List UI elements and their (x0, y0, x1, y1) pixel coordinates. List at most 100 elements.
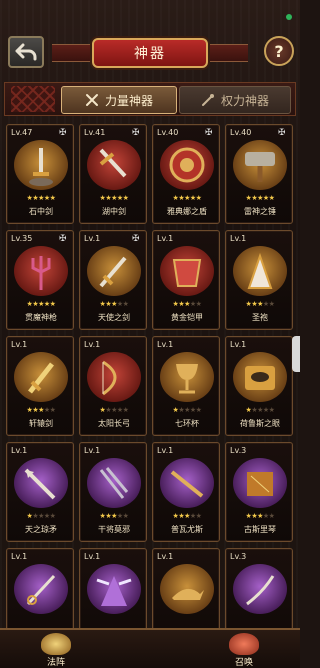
artifact-card[interactable]: Lv.1 ★★★★★ 普瓦尤斯 (152, 442, 220, 542)
artifact-level: Lv.1 (230, 340, 247, 349)
question-mark-icon: ? (274, 41, 284, 61)
artifact-name: 湖中剑 (102, 207, 126, 216)
artifact-level: Lv.40 (230, 128, 252, 137)
artifact-card[interactable]: Lv.1 ★★★★★ 圣袍 (225, 230, 293, 330)
lake-sword-icon (99, 148, 127, 178)
tab-label: 权力神器 (220, 93, 269, 108)
artifact-card[interactable]: Lv.1 ★★★★★ 太阳长弓 (79, 336, 147, 436)
artifact-orb (87, 564, 141, 614)
artifact-level: Lv.1 (84, 446, 101, 455)
artifact-level: Lv.1 (11, 552, 28, 561)
artifact-orb (87, 458, 141, 508)
artifact-card[interactable]: Lv.47 ✠ ★★★★★ 石中剑 (6, 124, 74, 224)
artifact-card[interactable]: Lv.3 ★★★★★ 古斯里琴 (225, 442, 293, 542)
trident-icon (31, 256, 51, 290)
status-indicator (286, 14, 292, 20)
star-icon: ★ (49, 300, 56, 308)
link-icon: ✠ (278, 128, 286, 138)
artifact-card[interactable]: Lv.1 ★★★★★ 干将莫邪 (79, 442, 147, 542)
artifact-level: Lv.1 (157, 234, 174, 243)
star-rating: ★★★★★ (80, 300, 148, 308)
artifact-card[interactable]: Lv.41 ✠ ★★★★★ 湖中剑 (79, 124, 147, 224)
artifact-level: Lv.1 (84, 552, 101, 561)
link-icon: ✠ (59, 234, 67, 244)
thor-hammer-icon (245, 152, 275, 182)
artifact-level: Lv.35 (11, 234, 33, 243)
eye-of-horus-icon (245, 366, 275, 390)
artifact-level: Lv.1 (11, 446, 28, 455)
artifact-orb (87, 246, 141, 296)
chalice-icon (176, 364, 198, 394)
artifact-card[interactable]: Lv.1 ★★★★★ 天之琼矛 (6, 442, 74, 542)
artifact-card[interactable]: Lv.1 ★★★★★ 七环杯 (152, 336, 220, 436)
artifact-name: 天之琼矛 (25, 525, 57, 534)
title-wing-right (208, 44, 248, 62)
star-rating: ★★★★★ (80, 194, 148, 202)
twin-swords-icon (99, 467, 129, 499)
artifact-level: Lv.1 (84, 234, 101, 243)
artifact-card[interactable]: Lv.35 ✠ ★★★★★ 贯魔神枪 (6, 230, 74, 330)
artifact-name: 石中剑 (29, 207, 53, 216)
star-icon: ★ (49, 406, 56, 414)
star-icon: ★ (195, 406, 202, 414)
artifact-card[interactable]: Lv.1 ★★★★★ 黄金铠甲 (152, 230, 220, 330)
artifact-card[interactable]: Lv.1 ★★★★★ 荷鲁斯之眼 (225, 336, 293, 436)
link-icon: ✠ (205, 128, 213, 138)
artifact-orb (160, 458, 214, 508)
star-icon: ★ (49, 194, 56, 202)
artifact-card[interactable]: Lv.1 ★★★★★ 轩辕剑 (6, 336, 74, 436)
artifact-level: Lv.1 (230, 234, 247, 243)
scepter-icon (201, 94, 214, 106)
formation-emblem-icon (41, 633, 71, 655)
star-icon: ★ (122, 512, 129, 520)
artifact-level: Lv.1 (157, 446, 174, 455)
artifact-grid: Lv.47 ✠ ★★★★★ 石中剑 Lv.41 ✠ ★★★★★ 湖中剑 Lv.40 ✠ ★★★★★ 雅… (6, 124, 294, 648)
artifact-orb (87, 140, 141, 190)
star-icon: ★ (122, 300, 129, 308)
star-icon: ★ (268, 406, 275, 414)
artifact-name: 荷鲁斯之眼 (240, 419, 280, 428)
side-drawer-handle[interactable] (292, 336, 300, 372)
golden-armor-icon (172, 259, 202, 287)
back-button[interactable] (8, 36, 44, 68)
gusli-harp-icon (247, 472, 273, 496)
artifact-level: Lv.1 (157, 552, 174, 561)
heavenly-spear-icon (24, 468, 56, 500)
tab-authority-artifacts[interactable]: 权力神器 (179, 86, 291, 114)
artifact-orb (160, 140, 214, 190)
star-rating: ★★★★★ (80, 512, 148, 520)
summon-button[interactable]: 召唤 (220, 632, 268, 668)
star-icon: ★ (195, 194, 202, 202)
star-rating: ★★★★★ (226, 406, 294, 414)
summon-label: 召唤 (234, 658, 253, 668)
link-icon: ✠ (132, 128, 140, 138)
artifact-orb (233, 352, 287, 402)
star-rating: ★★★★★ (7, 406, 75, 414)
artifact-name: 普瓦尤斯 (171, 525, 203, 534)
xuanyuan-sword-icon (28, 362, 54, 394)
artifact-orb (14, 352, 68, 402)
star-rating: ★★★★★ (7, 300, 75, 308)
tab-power-artifacts[interactable]: 力量神器 (61, 86, 177, 114)
artifact-level: Lv.47 (11, 128, 33, 137)
athena-shield-icon (169, 147, 205, 183)
artifact-level: Lv.41 (84, 128, 106, 137)
star-rating: ★★★★★ (153, 406, 221, 414)
help-button[interactable]: ? (264, 36, 294, 66)
artifact-orb (14, 246, 68, 296)
star-icon: ★ (268, 512, 275, 520)
link-icon: ✠ (132, 234, 140, 244)
artifact-card[interactable]: Lv.40 ✠ ★★★★★ 雷神之锤 (225, 124, 293, 224)
artifact-level: Lv.40 (157, 128, 179, 137)
star-icon: ★ (268, 300, 275, 308)
artifact-card[interactable]: Lv.1 ✠ ★★★★★ 天使之剑 (79, 230, 147, 330)
artifact-name: 太阳长弓 (98, 419, 130, 428)
artifact-card[interactable]: Lv.40 ✠ ★★★★★ 雅典娜之盾 (152, 124, 220, 224)
artifact-level: Lv.1 (11, 340, 28, 349)
tab-label: 力量神器 (104, 93, 153, 108)
formation-button[interactable]: 法阵 (32, 632, 80, 668)
artifact-name: 天使之剑 (98, 313, 130, 322)
summon-emblem-icon (229, 633, 259, 655)
artifact-orb (87, 352, 141, 402)
artifact-name: 雷神之锤 (244, 207, 276, 216)
